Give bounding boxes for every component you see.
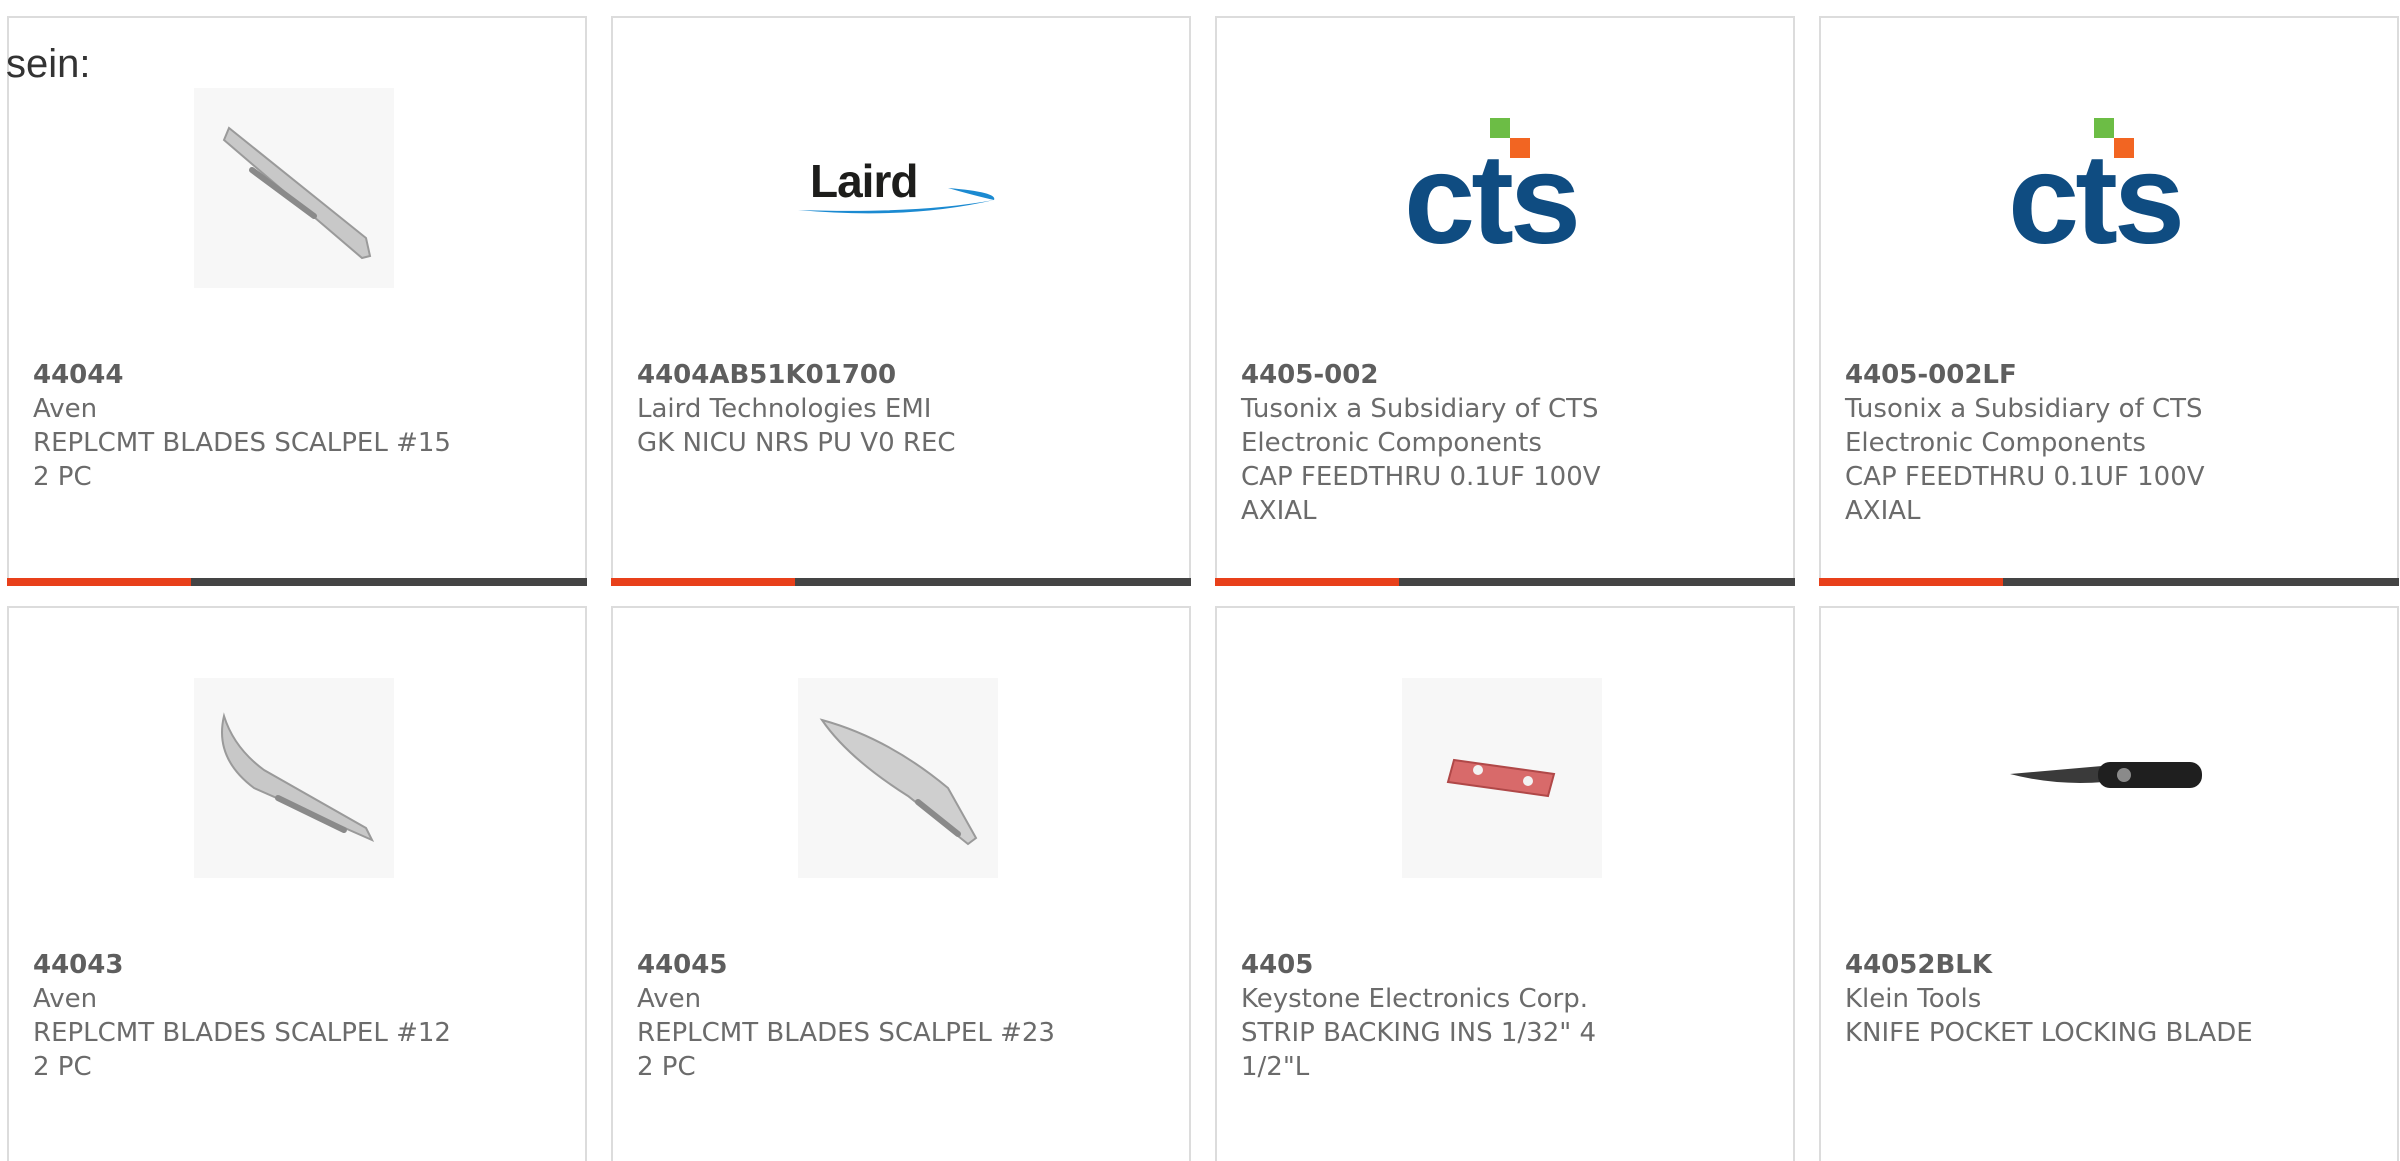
product-info: 44045 Aven REPLCMT BLADES SCALPEL #23 2 … — [637, 948, 1165, 1084]
product-card[interactable]: 44045 Aven REPLCMT BLADES SCALPEL #23 2 … — [611, 606, 1191, 1161]
description-line: STRIP BACKING INS 1/32" 4 — [1241, 1018, 1596, 1048]
product-info: 44043 Aven REPLCMT BLADES SCALPEL #12 2 … — [33, 948, 561, 1084]
product-image: cts — [2006, 88, 2206, 288]
card-accent-bar — [611, 578, 795, 586]
card-bottom-bar — [1819, 578, 2399, 586]
pocket-knife-image — [2010, 762, 2202, 788]
manufacturer: Tusonix a Subsidiary of CTS — [1241, 394, 1599, 424]
product-info: 4405-002LF Tusonix a Subsidiary of CTS E… — [1845, 358, 2373, 528]
description-line: REPLCMT BLADES SCALPEL #15 — [33, 428, 451, 458]
description-line: AXIAL — [1845, 496, 1921, 526]
part-number-link[interactable]: 4405-002LF — [1845, 358, 2373, 392]
scalpel-blade-15-image — [222, 126, 372, 260]
product-card[interactable]: 44044 Aven REPLCMT BLADES SCALPEL #15 2 … — [7, 16, 587, 586]
manufacturer: Tusonix a Subsidiary of CTS — [1845, 394, 2203, 424]
product-card[interactable]: 4405 Keystone Electronics Corp. STRIP BA… — [1215, 606, 1795, 1161]
card-accent-bar — [1819, 578, 2003, 586]
scalpel-blade-12-image — [221, 712, 375, 843]
product-image — [2006, 678, 2206, 878]
product-image — [194, 88, 394, 288]
manufacturer: Keystone Electronics Corp. — [1241, 984, 1589, 1014]
cts-logo: cts — [1402, 118, 1602, 264]
part-number-link[interactable]: 44044 — [33, 358, 561, 392]
manufacturer: Laird Technologies EMI — [637, 394, 932, 424]
description-line: 2 PC — [33, 1052, 92, 1082]
cts-logo-text: cts — [2008, 128, 2185, 271]
product-image — [1402, 678, 1602, 878]
manufacturer: Aven — [637, 984, 702, 1014]
description-line: Electronic Components — [1241, 428, 1542, 458]
description-line: GK NICU NRS PU V0 REC — [637, 428, 956, 458]
card-bottom-bar — [611, 578, 1191, 586]
product-card[interactable]: Laird 4404AB51K01700 Laird Technologies … — [611, 16, 1191, 586]
product-card[interactable]: 44043 Aven REPLCMT BLADES SCALPEL #12 2 … — [7, 606, 587, 1161]
part-number-link[interactable]: 4405 — [1241, 948, 1769, 982]
product-card[interactable]: cts 4405-002 Tusonix a Subsidiary of CTS… — [1215, 16, 1795, 586]
description-line: REPLCMT BLADES SCALPEL #23 — [637, 1018, 1055, 1048]
product-info: 44044 Aven REPLCMT BLADES SCALPEL #15 2 … — [33, 358, 561, 494]
product-info: 44052BLK Klein Tools KNIFE POCKET LOCKIN… — [1845, 948, 2373, 1050]
description-line: 2 PC — [637, 1052, 696, 1082]
laird-swoosh-icon — [798, 188, 995, 214]
description-line: 2 PC — [33, 462, 92, 492]
product-image: cts — [1402, 88, 1602, 288]
part-number-link[interactable]: 4405-002 — [1241, 358, 1769, 392]
laird-logo: Laird — [798, 148, 998, 228]
product-card[interactable]: 44052BLK Klein Tools KNIFE POCKET LOCKIN… — [1819, 606, 2399, 1161]
part-number-link[interactable]: 4404AB51K01700 — [637, 358, 1165, 392]
part-number-link[interactable]: 44045 — [637, 948, 1165, 982]
card-bottom-bar — [7, 578, 587, 586]
scalpel-blade-23-image — [819, 718, 978, 846]
product-info: 4405 Keystone Electronics Corp. STRIP BA… — [1241, 948, 1769, 1084]
product-image — [194, 678, 394, 878]
insulator-strip-image — [1446, 758, 1556, 798]
manufacturer: Aven — [33, 394, 98, 424]
product-card[interactable]: cts 4405-002LF Tusonix a Subsidiary of C… — [1819, 16, 2399, 586]
product-image — [798, 678, 998, 878]
description-line: KNIFE POCKET LOCKING BLADE — [1845, 1018, 2253, 1048]
description-line: 1/2"L — [1241, 1052, 1310, 1082]
manufacturer: Aven — [33, 984, 98, 1014]
description-line: AXIAL — [1241, 496, 1317, 526]
product-image: Laird — [798, 88, 998, 288]
manufacturer: Klein Tools — [1845, 984, 1982, 1014]
part-number-link[interactable]: 44052BLK — [1845, 948, 2373, 982]
description-line: CAP FEEDTHRU 0.1UF 100V — [1241, 462, 1601, 492]
product-info: 4405-002 Tusonix a Subsidiary of CTS Ele… — [1241, 358, 1769, 528]
description-line: REPLCMT BLADES SCALPEL #12 — [33, 1018, 451, 1048]
description-line: Electronic Components — [1845, 428, 2146, 458]
part-number-link[interactable]: 44043 — [33, 948, 561, 982]
description-line: CAP FEEDTHRU 0.1UF 100V — [1845, 462, 2205, 492]
intro-text: sein: — [6, 42, 91, 86]
card-accent-bar — [7, 578, 191, 586]
product-info: 4404AB51K01700 Laird Technologies EMI GK… — [637, 358, 1165, 460]
card-bottom-bar — [1215, 578, 1795, 586]
cts-logo-text: cts — [1404, 128, 1581, 271]
cts-logo: cts — [2006, 118, 2206, 264]
card-accent-bar — [1215, 578, 1399, 586]
